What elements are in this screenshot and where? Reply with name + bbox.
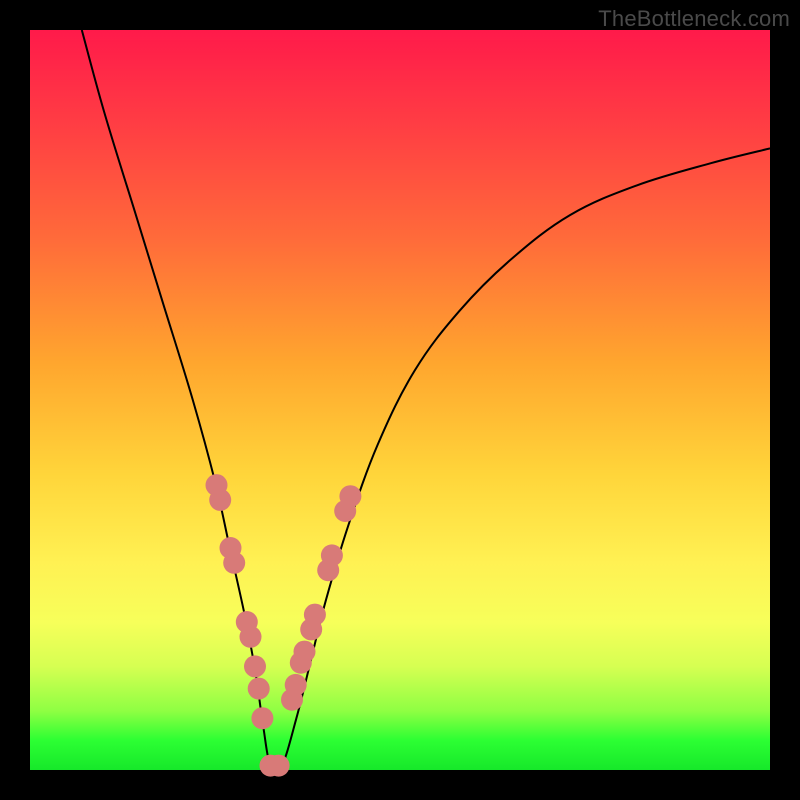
data-point: [223, 552, 245, 574]
data-point: [251, 707, 273, 729]
data-point: [339, 485, 361, 507]
data-point: [321, 544, 343, 566]
data-point: [285, 674, 307, 696]
data-point: [304, 604, 326, 626]
data-point: [268, 755, 290, 777]
data-point: [248, 678, 270, 700]
data-point: [240, 626, 262, 648]
data-point: [294, 641, 316, 663]
bottleneck-curve: [82, 30, 770, 772]
data-point: [244, 655, 266, 677]
chart-canvas: TheBottleneck.com: [0, 0, 800, 800]
watermark: TheBottleneck.com: [598, 6, 790, 32]
data-point: [209, 489, 231, 511]
chart-overlay: [0, 0, 800, 800]
